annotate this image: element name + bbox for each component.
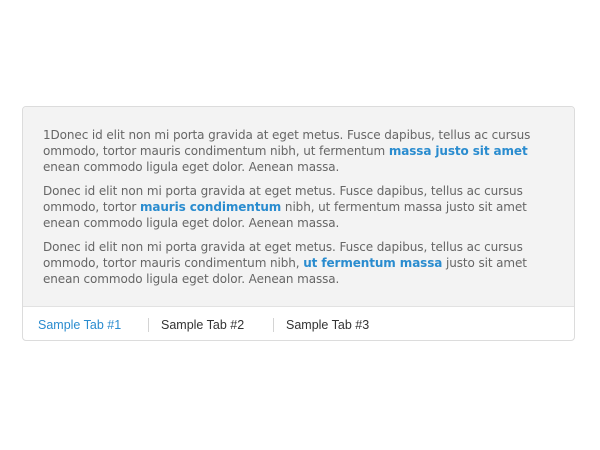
content-paragraph-1: 1Donec id elit non mi porta gravida at e…	[43, 127, 554, 175]
highlighted-text: mauris condimentum	[139, 200, 282, 214]
tab-sample-2[interactable]: Sample Tab #2	[149, 318, 273, 332]
tab-sample-1[interactable]: Sample Tab #1	[26, 318, 148, 332]
tab-sample-3[interactable]: Sample Tab #3	[274, 318, 398, 332]
paragraph-text: enean commodo ligula eget dolor. Aenean …	[43, 160, 340, 174]
highlighted-text: ut fermentum massa	[303, 256, 443, 270]
tab-content-panel: 1Donec id elit non mi porta gravida at e…	[23, 107, 574, 307]
content-paragraph-2: Donec id elit non mi porta gravida at eg…	[43, 183, 554, 231]
tab-bar: Sample Tab #1 Sample Tab #2 Sample Tab #…	[23, 307, 574, 340]
highlighted-text: massa justo sit amet	[388, 144, 528, 158]
content-paragraph-3: Donec id elit non mi porta gravida at eg…	[43, 239, 554, 287]
tabs-widget: 1Donec id elit non mi porta gravida at e…	[22, 106, 575, 341]
